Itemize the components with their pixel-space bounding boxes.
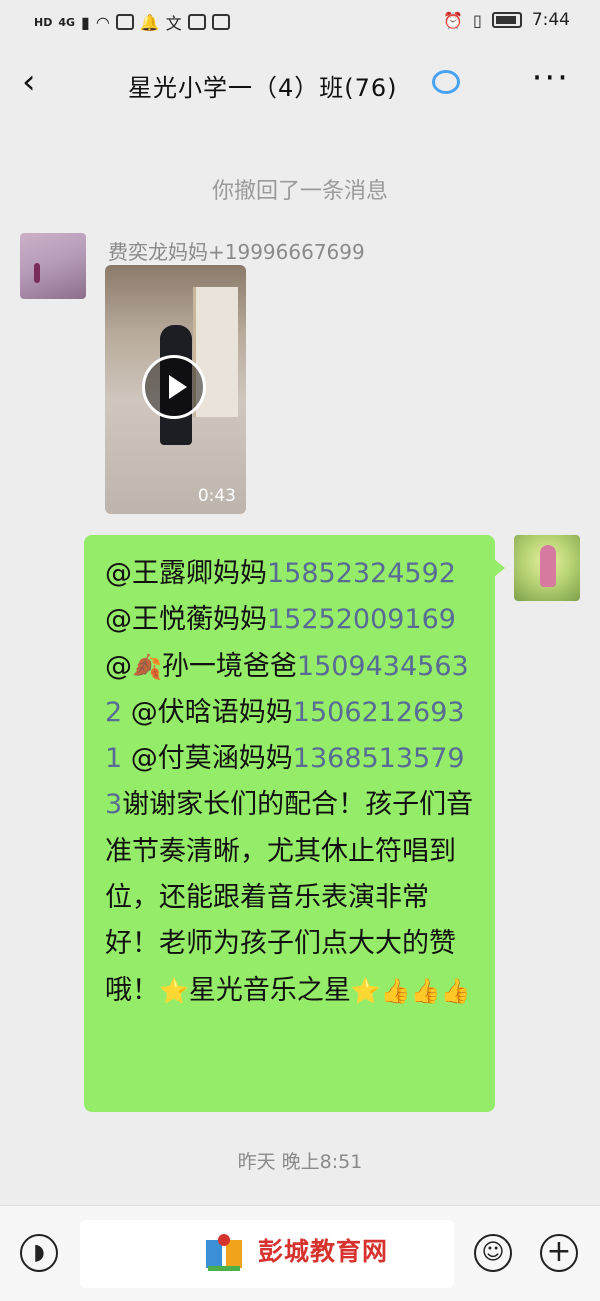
clock: 7:44 bbox=[531, 10, 570, 30]
sender-avatar[interactable] bbox=[20, 233, 86, 299]
chat-header: ‹ 星光小学一（4）班(76) ··· bbox=[0, 44, 600, 122]
watermark-logo-icon bbox=[206, 1234, 242, 1271]
mail-icon bbox=[187, 14, 206, 30]
alarm-icon: ⏰ bbox=[443, 10, 463, 30]
message-segment: 星光音乐之星 bbox=[188, 974, 351, 1006]
sim-icon bbox=[115, 14, 134, 30]
back-button[interactable]: ‹ bbox=[22, 62, 36, 102]
network-indicator: 4G bbox=[58, 15, 76, 29]
timestamp: 昨天 晚上8:51 bbox=[237, 1151, 363, 1173]
video-message[interactable]: 0:43 bbox=[105, 265, 246, 514]
message-segment: @王露卿妈妈 bbox=[105, 558, 267, 589]
message-segment: @伏晗语妈妈 bbox=[122, 696, 293, 728]
bell-icon: 🔔 bbox=[139, 12, 160, 32]
signal-icon: ▮ bbox=[81, 12, 90, 32]
emoji-glyph: ⭐ bbox=[159, 976, 189, 1005]
input-bar: ◗ 彭城教育网 ☺ + bbox=[0, 1205, 600, 1301]
watermark-text: 彭城教育网 bbox=[258, 1237, 389, 1266]
emoji-glyph: ⭐👍👍👍 bbox=[350, 976, 471, 1005]
wifi-icon: ◠ bbox=[95, 12, 110, 32]
plus-button-icon[interactable]: + bbox=[540, 1234, 578, 1272]
message-text: @王露卿妈妈15852324592 @王悦蘅妈妈15252009169 @🍂孙一… bbox=[105, 551, 477, 1014]
status-bar: HD 4G ▮ ◠ 🔔 文 ⏰ ▯ 7:44 bbox=[0, 0, 600, 44]
message-input[interactable]: 彭城教育网 bbox=[80, 1220, 454, 1288]
chat-title: 星光小学一（4）班(76) bbox=[128, 74, 398, 102]
recall-notice: 你撤回了一条消息 bbox=[211, 179, 388, 204]
message-segment: 孙一境爸爸 bbox=[161, 650, 297, 682]
play-icon[interactable] bbox=[142, 355, 206, 419]
message-segment: @ bbox=[105, 650, 132, 682]
phone-link[interactable]: 15252009169 bbox=[267, 604, 456, 635]
video-duration: 0:43 bbox=[197, 486, 236, 506]
more-button[interactable]: ··· bbox=[532, 58, 570, 98]
sender-name: 费奕龙妈妈+19996667699 bbox=[108, 240, 365, 264]
message-segment: @王悦蘅妈妈 bbox=[105, 604, 267, 636]
voice-input-icon[interactable]: ◗ bbox=[20, 1234, 58, 1272]
vibrate-icon: ▯ bbox=[473, 10, 482, 30]
message-bubble[interactable]: @王露卿妈妈15852324592 @王悦蘅妈妈15252009169 @🍂孙一… bbox=[84, 535, 505, 1112]
message-segment: @付莫涵妈妈 bbox=[122, 743, 293, 775]
group-chat-icon bbox=[432, 70, 460, 94]
translate-icon: 文 bbox=[165, 14, 182, 33]
my-avatar[interactable] bbox=[514, 535, 580, 601]
phone-link[interactable]: 15852324592 bbox=[267, 558, 456, 589]
battery-icon bbox=[491, 12, 522, 28]
emoji-button-icon[interactable]: ☺ bbox=[474, 1234, 512, 1272]
upload-icon bbox=[211, 14, 230, 30]
emoji-glyph: 🍂 bbox=[132, 652, 162, 681]
hd-indicator: HD bbox=[34, 15, 53, 29]
message-segment: 谢谢家长们的配合！孩子们音准节奏清晰，尤其休止符唱到位，还能跟着音乐表演非常好！… bbox=[105, 789, 474, 1006]
